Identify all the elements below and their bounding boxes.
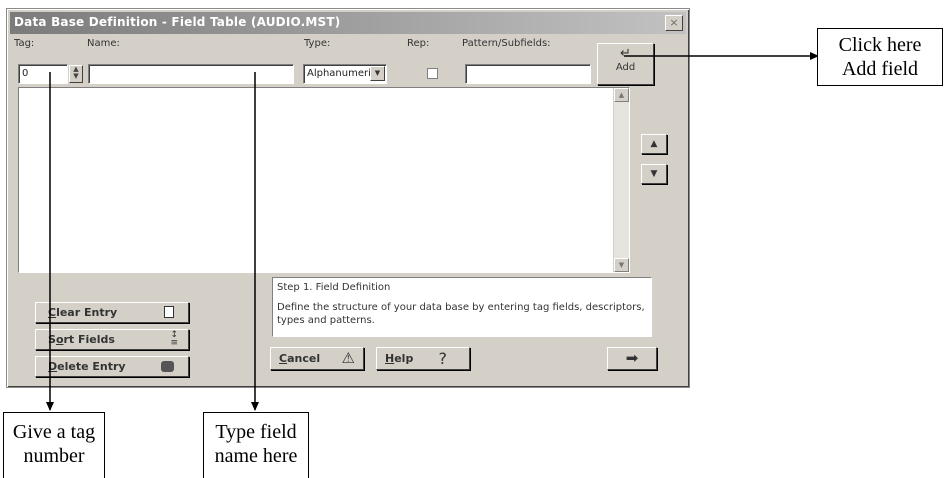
tag-number-callout: Give a tag number (3, 412, 105, 478)
name-callout-line1: Type field (215, 421, 297, 443)
add-field-callout: Click here Add field (817, 28, 943, 86)
add-callout-line2: Add field (841, 58, 919, 80)
annotation-arrows (46, 52, 819, 411)
add-callout-line1: Click here (838, 34, 922, 56)
field-name-callout: Type field name here (203, 412, 309, 478)
tag-callout-line1: Give a tag (12, 421, 96, 443)
tag-callout-line2: number (23, 445, 85, 467)
name-callout-line2: name here (214, 445, 298, 467)
